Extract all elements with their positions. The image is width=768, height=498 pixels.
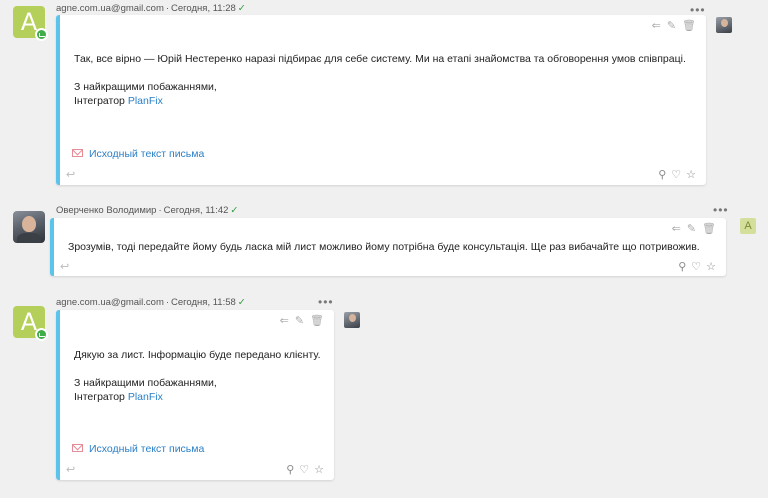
message-card: ⇐ ✎ 🗑 Так, все вірно — Юрій Нестеренко нар… [56, 15, 706, 185]
email-badge-icon [35, 328, 48, 341]
edit-icon[interactable]: ✎ [295, 315, 304, 327]
message-text: Так, все вірно — Юрій Нестеренко наразі … [74, 53, 686, 65]
read-check-icon: ✓ [230, 205, 239, 216]
delete-icon[interactable]: 🗑 [310, 315, 324, 327]
message-toolbar: ⇐ ✎ 🗑 [666, 222, 716, 235]
message-actions: ⚲ ♡ ☆ [673, 260, 716, 273]
signature-company: Інтегратор [74, 95, 125, 107]
sender-name[interactable]: agne.com.ua@gmail.com [56, 297, 164, 308]
quick-reply-icon[interactable]: ↩ [66, 168, 75, 181]
message-meta: agne.com.ua@gmail.com · Сегодня, 11:58 ✓ [56, 297, 246, 308]
timestamp: Сегодня, 11:28 [171, 3, 236, 14]
delete-icon[interactable]: 🗑 [682, 20, 696, 32]
edit-icon[interactable]: ✎ [687, 223, 696, 235]
envelope-icon [72, 444, 83, 452]
pin-icon[interactable]: ⚲ [286, 464, 294, 476]
read-check-icon: ✓ [237, 3, 246, 14]
message-card: ⇐ ✎ 🗑 Зрозумів, тоді передайте йому будь л… [50, 218, 726, 276]
message-meta: Оверченко Володимир · Сегодня, 11:42 ✓ [56, 205, 239, 216]
email-badge-icon [35, 28, 48, 41]
quick-reply-icon[interactable]: ↩ [60, 260, 69, 273]
message-card: ⇐ ✎ 🗑 Дякую за лист. Інформацію буде перед… [56, 310, 334, 480]
original-email-link[interactable]: Исходный текст письма [72, 443, 204, 455]
envelope-icon [72, 149, 83, 157]
original-email-link[interactable]: Исходный текст письма [72, 148, 204, 160]
message-actions: ⚲ ♡ ☆ [653, 168, 696, 181]
sender-avatar[interactable] [13, 211, 45, 243]
recipient-avatar [344, 312, 360, 328]
signature-line: З найкращими побажаннями, [74, 81, 217, 93]
like-icon[interactable]: ♡ [299, 464, 309, 476]
edit-icon[interactable]: ✎ [667, 20, 676, 32]
message-text: Дякую за лист. Інформацію буде передано … [74, 349, 321, 361]
message-body: Зрозумів, тоді передайте йому будь ласка… [68, 240, 728, 254]
more-menu-button[interactable]: ••• [713, 203, 729, 217]
message-actions: ⚲ ♡ ☆ [281, 463, 324, 476]
recipient-avatar [716, 17, 732, 33]
sender-avatar[interactable]: A [13, 6, 48, 41]
message-body: Так, все вірно — Юрій Нестеренко наразі … [74, 52, 704, 108]
pin-icon[interactable]: ⚲ [678, 261, 686, 273]
message-meta: agne.com.ua@gmail.com · Сегодня, 11:28 ✓ [56, 3, 246, 14]
planfix-link[interactable]: PlanFix [128, 391, 163, 403]
star-icon[interactable]: ☆ [686, 169, 696, 181]
star-icon[interactable]: ☆ [314, 464, 324, 476]
reply-icon[interactable]: ⇐ [280, 315, 289, 327]
sender-name[interactable]: agne.com.ua@gmail.com [56, 3, 164, 14]
timestamp: Сегодня, 11:58 [171, 297, 236, 308]
read-check-icon: ✓ [237, 297, 246, 308]
timestamp: Сегодня, 11:42 [163, 205, 229, 216]
signature-company: Інтегратор [74, 391, 125, 403]
sender-name[interactable]: Оверченко Володимир [56, 205, 156, 216]
star-icon[interactable]: ☆ [706, 261, 716, 273]
delete-icon[interactable]: 🗑 [702, 223, 716, 235]
message-text: Зрозумів, тоді передайте йому будь ласка… [68, 241, 700, 253]
reply-icon[interactable]: ⇐ [652, 20, 661, 32]
pin-icon[interactable]: ⚲ [658, 169, 666, 181]
message-toolbar: ⇐ ✎ 🗑 [274, 314, 324, 327]
sender-avatar[interactable]: A [13, 306, 48, 341]
message-body: Дякую за лист. Інформацію буде передано … [74, 348, 324, 404]
signature-line: З найкращими побажаннями, [74, 377, 217, 389]
more-menu-button[interactable]: ••• [318, 295, 334, 309]
like-icon[interactable]: ♡ [671, 169, 681, 181]
message-toolbar: ⇐ ✎ 🗑 [646, 19, 696, 32]
planfix-link[interactable]: PlanFix [128, 95, 163, 107]
quick-reply-icon[interactable]: ↩ [66, 463, 75, 476]
reply-icon[interactable]: ⇐ [672, 223, 681, 235]
like-icon[interactable]: ♡ [691, 261, 701, 273]
recipient-avatar: A [740, 218, 756, 234]
